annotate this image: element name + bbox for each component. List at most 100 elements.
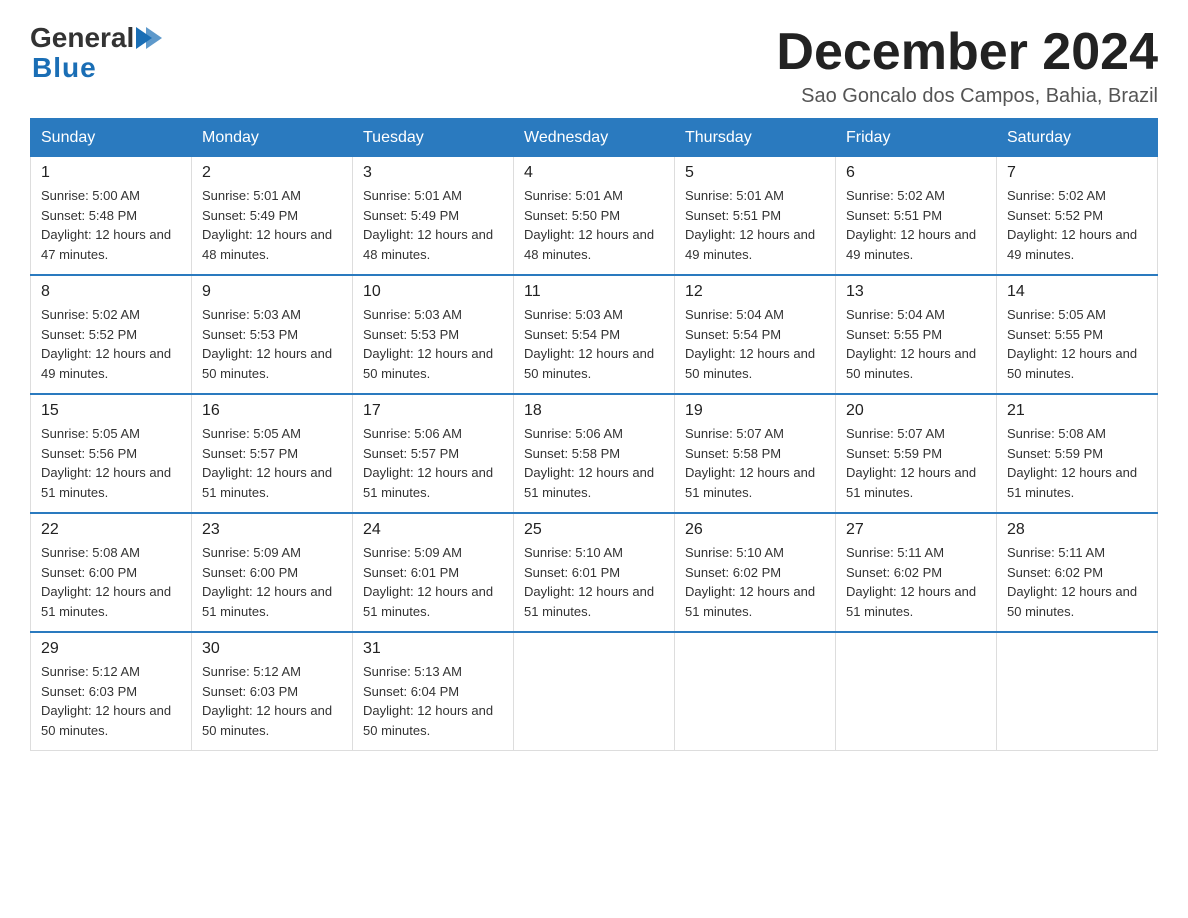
header-tuesday: Tuesday bbox=[353, 119, 514, 157]
day-info: Sunrise: 5:12 AMSunset: 6:03 PMDaylight:… bbox=[202, 662, 342, 740]
day-number: 20 bbox=[846, 402, 986, 420]
day-number: 30 bbox=[202, 640, 342, 658]
day-number: 26 bbox=[685, 521, 825, 539]
header-saturday: Saturday bbox=[997, 119, 1158, 157]
day-info: Sunrise: 5:02 AMSunset: 5:52 PMDaylight:… bbox=[1007, 186, 1147, 264]
header-friday: Friday bbox=[836, 119, 997, 157]
month-title: December 2024 bbox=[776, 24, 1158, 81]
calendar-day-cell: 30 Sunrise: 5:12 AMSunset: 6:03 PMDaylig… bbox=[192, 632, 353, 751]
calendar-day-cell: 7 Sunrise: 5:02 AMSunset: 5:52 PMDayligh… bbox=[997, 156, 1158, 275]
logo: General bbox=[30, 24, 164, 52]
day-info: Sunrise: 5:04 AMSunset: 5:55 PMDaylight:… bbox=[846, 305, 986, 383]
calendar-day-cell bbox=[997, 632, 1158, 751]
day-info: Sunrise: 5:11 AMSunset: 6:02 PMDaylight:… bbox=[846, 543, 986, 621]
day-info: Sunrise: 5:01 AMSunset: 5:51 PMDaylight:… bbox=[685, 186, 825, 264]
day-info: Sunrise: 5:01 AMSunset: 5:49 PMDaylight:… bbox=[202, 186, 342, 264]
day-number: 2 bbox=[202, 164, 342, 182]
header-monday: Monday bbox=[192, 119, 353, 157]
day-number: 3 bbox=[363, 164, 503, 182]
calendar-day-cell: 18 Sunrise: 5:06 AMSunset: 5:58 PMDaylig… bbox=[514, 394, 675, 513]
day-number: 15 bbox=[41, 402, 181, 420]
day-number: 17 bbox=[363, 402, 503, 420]
logo-blue-text: Blue bbox=[30, 52, 97, 84]
calendar-day-cell: 9 Sunrise: 5:03 AMSunset: 5:53 PMDayligh… bbox=[192, 275, 353, 394]
day-number: 6 bbox=[846, 164, 986, 182]
calendar-day-cell: 12 Sunrise: 5:04 AMSunset: 5:54 PMDaylig… bbox=[675, 275, 836, 394]
logo-area: General Blue bbox=[30, 24, 164, 84]
calendar-day-cell: 20 Sunrise: 5:07 AMSunset: 5:59 PMDaylig… bbox=[836, 394, 997, 513]
calendar-day-cell: 26 Sunrise: 5:10 AMSunset: 6:02 PMDaylig… bbox=[675, 513, 836, 632]
day-number: 8 bbox=[41, 283, 181, 301]
day-info: Sunrise: 5:07 AMSunset: 5:58 PMDaylight:… bbox=[685, 424, 825, 502]
header-wednesday: Wednesday bbox=[514, 119, 675, 157]
header-thursday: Thursday bbox=[675, 119, 836, 157]
day-info: Sunrise: 5:06 AMSunset: 5:57 PMDaylight:… bbox=[363, 424, 503, 502]
calendar-week-row: 29 Sunrise: 5:12 AMSunset: 6:03 PMDaylig… bbox=[31, 632, 1158, 751]
day-info: Sunrise: 5:10 AMSunset: 6:01 PMDaylight:… bbox=[524, 543, 664, 621]
calendar-day-cell: 2 Sunrise: 5:01 AMSunset: 5:49 PMDayligh… bbox=[192, 156, 353, 275]
calendar-day-cell: 10 Sunrise: 5:03 AMSunset: 5:53 PMDaylig… bbox=[353, 275, 514, 394]
day-number: 27 bbox=[846, 521, 986, 539]
day-info: Sunrise: 5:09 AMSunset: 6:01 PMDaylight:… bbox=[363, 543, 503, 621]
day-number: 22 bbox=[41, 521, 181, 539]
day-info: Sunrise: 5:02 AMSunset: 5:51 PMDaylight:… bbox=[846, 186, 986, 264]
calendar-day-cell: 22 Sunrise: 5:08 AMSunset: 6:00 PMDaylig… bbox=[31, 513, 192, 632]
calendar-body: 1 Sunrise: 5:00 AMSunset: 5:48 PMDayligh… bbox=[31, 156, 1158, 751]
calendar-day-cell: 25 Sunrise: 5:10 AMSunset: 6:01 PMDaylig… bbox=[514, 513, 675, 632]
day-info: Sunrise: 5:03 AMSunset: 5:53 PMDaylight:… bbox=[202, 305, 342, 383]
calendar-day-cell: 14 Sunrise: 5:05 AMSunset: 5:55 PMDaylig… bbox=[997, 275, 1158, 394]
day-number: 16 bbox=[202, 402, 342, 420]
day-info: Sunrise: 5:04 AMSunset: 5:54 PMDaylight:… bbox=[685, 305, 825, 383]
day-number: 4 bbox=[524, 164, 664, 182]
day-number: 9 bbox=[202, 283, 342, 301]
calendar-table: Sunday Monday Tuesday Wednesday Thursday… bbox=[30, 118, 1158, 751]
calendar-day-cell: 29 Sunrise: 5:12 AMSunset: 6:03 PMDaylig… bbox=[31, 632, 192, 751]
calendar-day-cell: 17 Sunrise: 5:06 AMSunset: 5:57 PMDaylig… bbox=[353, 394, 514, 513]
calendar-day-cell: 15 Sunrise: 5:05 AMSunset: 5:56 PMDaylig… bbox=[31, 394, 192, 513]
day-info: Sunrise: 5:00 AMSunset: 5:48 PMDaylight:… bbox=[41, 186, 181, 264]
calendar-day-cell: 21 Sunrise: 5:08 AMSunset: 5:59 PMDaylig… bbox=[997, 394, 1158, 513]
day-info: Sunrise: 5:02 AMSunset: 5:52 PMDaylight:… bbox=[41, 305, 181, 383]
calendar-day-cell: 31 Sunrise: 5:13 AMSunset: 6:04 PMDaylig… bbox=[353, 632, 514, 751]
day-number: 1 bbox=[41, 164, 181, 182]
calendar-day-cell bbox=[836, 632, 997, 751]
logo-arrow-icon bbox=[136, 27, 164, 49]
day-number: 10 bbox=[363, 283, 503, 301]
days-of-week-row: Sunday Monday Tuesday Wednesday Thursday… bbox=[31, 119, 1158, 157]
day-number: 23 bbox=[202, 521, 342, 539]
day-info: Sunrise: 5:05 AMSunset: 5:55 PMDaylight:… bbox=[1007, 305, 1147, 383]
day-number: 31 bbox=[363, 640, 503, 658]
title-area: December 2024 Sao Goncalo dos Campos, Ba… bbox=[776, 24, 1158, 108]
day-info: Sunrise: 5:01 AMSunset: 5:50 PMDaylight:… bbox=[524, 186, 664, 264]
day-number: 24 bbox=[363, 521, 503, 539]
calendar-week-row: 8 Sunrise: 5:02 AMSunset: 5:52 PMDayligh… bbox=[31, 275, 1158, 394]
day-info: Sunrise: 5:03 AMSunset: 5:54 PMDaylight:… bbox=[524, 305, 664, 383]
calendar-day-cell bbox=[514, 632, 675, 751]
calendar-day-cell: 8 Sunrise: 5:02 AMSunset: 5:52 PMDayligh… bbox=[31, 275, 192, 394]
day-info: Sunrise: 5:11 AMSunset: 6:02 PMDaylight:… bbox=[1007, 543, 1147, 621]
day-info: Sunrise: 5:12 AMSunset: 6:03 PMDaylight:… bbox=[41, 662, 181, 740]
day-info: Sunrise: 5:07 AMSunset: 5:59 PMDaylight:… bbox=[846, 424, 986, 502]
location-title: Sao Goncalo dos Campos, Bahia, Brazil bbox=[776, 85, 1158, 108]
day-number: 12 bbox=[685, 283, 825, 301]
calendar-day-cell: 5 Sunrise: 5:01 AMSunset: 5:51 PMDayligh… bbox=[675, 156, 836, 275]
logo-general-text: General bbox=[30, 24, 134, 52]
day-number: 29 bbox=[41, 640, 181, 658]
page-container: General Blue December 2024 Sao Goncalo d… bbox=[30, 24, 1158, 751]
calendar-day-cell: 24 Sunrise: 5:09 AMSunset: 6:01 PMDaylig… bbox=[353, 513, 514, 632]
day-number: 7 bbox=[1007, 164, 1147, 182]
day-number: 18 bbox=[524, 402, 664, 420]
day-number: 28 bbox=[1007, 521, 1147, 539]
calendar-day-cell: 16 Sunrise: 5:05 AMSunset: 5:57 PMDaylig… bbox=[192, 394, 353, 513]
calendar-day-cell: 23 Sunrise: 5:09 AMSunset: 6:00 PMDaylig… bbox=[192, 513, 353, 632]
calendar-header: Sunday Monday Tuesday Wednesday Thursday… bbox=[31, 119, 1158, 157]
day-number: 13 bbox=[846, 283, 986, 301]
calendar-day-cell: 28 Sunrise: 5:11 AMSunset: 6:02 PMDaylig… bbox=[997, 513, 1158, 632]
day-info: Sunrise: 5:05 AMSunset: 5:57 PMDaylight:… bbox=[202, 424, 342, 502]
calendar-day-cell: 1 Sunrise: 5:00 AMSunset: 5:48 PMDayligh… bbox=[31, 156, 192, 275]
day-info: Sunrise: 5:09 AMSunset: 6:00 PMDaylight:… bbox=[202, 543, 342, 621]
calendar-day-cell: 3 Sunrise: 5:01 AMSunset: 5:49 PMDayligh… bbox=[353, 156, 514, 275]
logo-blue-label: Blue bbox=[32, 52, 97, 84]
calendar-day-cell: 4 Sunrise: 5:01 AMSunset: 5:50 PMDayligh… bbox=[514, 156, 675, 275]
calendar-day-cell: 13 Sunrise: 5:04 AMSunset: 5:55 PMDaylig… bbox=[836, 275, 997, 394]
